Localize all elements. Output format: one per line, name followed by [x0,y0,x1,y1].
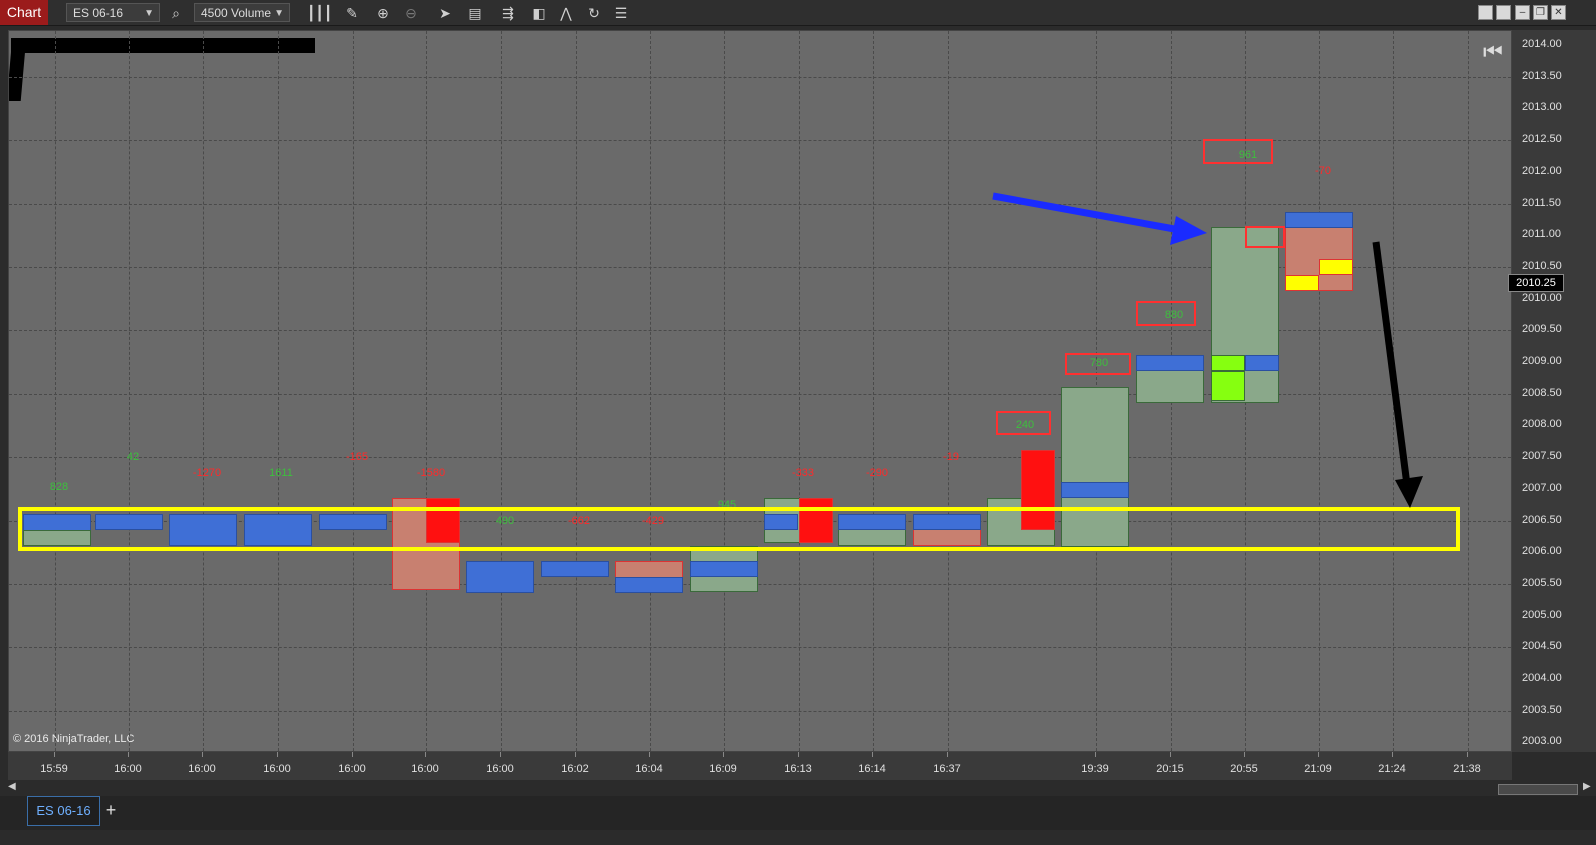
price-label: 2005.00 [1522,608,1562,621]
price-label: 2004.50 [1522,640,1562,653]
price-label: 2011.00 [1522,228,1561,241]
time-tick [54,752,55,757]
price-label: 2013.50 [1522,69,1562,82]
time-label: 16:13 [784,763,812,775]
time-label: 15:59 [40,763,68,775]
price-label: 2010.50 [1522,259,1562,272]
time-tick [277,752,278,757]
time-label: 16:00 [114,763,142,775]
price-label: 2008.50 [1522,386,1562,399]
time-label: 20:55 [1230,763,1258,775]
time-tick [1170,752,1171,757]
price-label: 2006.00 [1522,545,1562,558]
price-label: 2010.00 [1522,291,1562,304]
time-tick [649,752,650,757]
price-label: 2004.00 [1522,672,1562,684]
time-tick [798,752,799,757]
price-label: 2003.00 [1522,735,1562,748]
price-label: 2005.50 [1522,576,1562,589]
instrument-tab[interactable]: ES 06-16 [27,796,100,826]
price-label: 2009.00 [1522,355,1562,367]
instrument-tab-bar: ES 06-16 + [0,796,1596,830]
scroll-left-icon[interactable]: ◀ [8,781,16,792]
time-tick [872,752,873,757]
horizontal-scrollbar[interactable]: ◀ ▶ [0,781,1596,796]
time-tick [1318,752,1319,757]
price-label: 2012.50 [1522,133,1562,146]
time-label: 16:00 [486,763,514,775]
time-label: 16:00 [338,763,366,775]
time-label: 21:09 [1304,763,1332,775]
time-tick [1095,752,1096,757]
blue-arrowhead [1170,216,1207,245]
price-label: 2012.00 [1522,164,1562,177]
price-label: 2007.00 [1522,481,1562,494]
scroll-right-icon[interactable]: ▶ [1583,781,1591,792]
time-label: 16:04 [635,763,663,775]
yellow-highlight-box [18,507,1460,551]
price-label: 2007.50 [1522,450,1562,463]
black-arrow [1372,241,1411,486]
time-label: 16:02 [561,763,589,775]
time-tick [128,752,129,757]
time-label: 16:14 [858,763,886,775]
time-label: 16:00 [411,763,439,775]
price-axis[interactable]: 2014.00 2013.50 2013.00 2012.50 2012.00 2011.… [1512,30,1596,752]
time-tick [947,752,948,757]
time-label: 20:15 [1156,763,1184,775]
time-axis[interactable]: 15:59 16:00 16:00 16:00 16:00 16:00 16:00 16:02… [8,752,1512,780]
time-tick [1392,752,1393,757]
time-label: 16:09 [709,763,737,775]
time-label: 21:24 [1378,763,1406,775]
price-label: 2014.00 [1522,38,1562,50]
price-label: 2006.50 [1522,513,1562,526]
price-label: 2009.50 [1522,323,1562,336]
time-label: 16:37 [933,763,961,775]
time-label: 16:00 [263,763,291,775]
black-arrowhead [1395,476,1423,508]
price-label: 2013.00 [1522,101,1562,114]
time-tick [202,752,203,757]
time-label: 21:38 [1453,763,1481,775]
time-label: 16:00 [188,763,216,775]
price-label: 2003.50 [1522,703,1562,716]
current-price-marker: 2010.25 [1508,274,1564,292]
time-tick [575,752,576,757]
scroll-thumb[interactable] [1498,784,1578,795]
add-tab-button[interactable]: + [101,799,121,821]
time-tick [723,752,724,757]
time-tick [425,752,426,757]
price-label: 2008.00 [1522,418,1562,431]
time-tick [352,752,353,757]
blue-arrow [992,192,1181,234]
time-label: 19:39 [1081,763,1109,775]
time-tick [1244,752,1245,757]
time-tick [500,752,501,757]
time-tick [1467,752,1468,757]
price-label: 2011.50 [1522,196,1561,209]
annotation-layer [18,192,1460,551]
